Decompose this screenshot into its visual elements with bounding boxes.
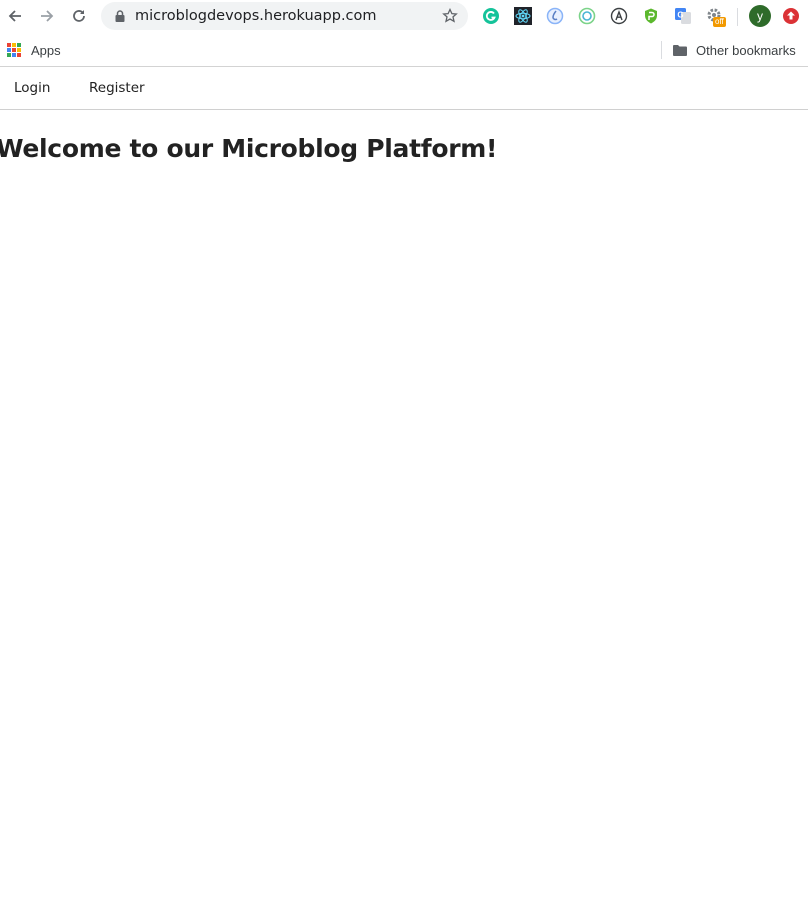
grammarly-extension[interactable] bbox=[482, 7, 500, 25]
apps-grid-icon bbox=[7, 43, 21, 57]
other-bookmarks-label: Other bookmarks bbox=[696, 42, 796, 58]
site-navbar: Login Register bbox=[0, 68, 808, 110]
arrow-right-icon bbox=[41, 10, 54, 22]
drop-icon bbox=[546, 7, 564, 25]
letter-a-icon bbox=[610, 7, 628, 25]
translate-extension[interactable]: G bbox=[674, 7, 692, 25]
folder-icon bbox=[673, 44, 687, 56]
register-link[interactable]: Register bbox=[89, 80, 145, 96]
extension-badge: off bbox=[713, 17, 726, 27]
react-icon bbox=[514, 7, 532, 25]
forward-button[interactable] bbox=[35, 4, 59, 28]
gear-extension[interactable]: off bbox=[706, 7, 726, 27]
bookmark-star-icon[interactable] bbox=[442, 8, 458, 24]
circle-extension[interactable] bbox=[578, 7, 596, 25]
back-button[interactable] bbox=[3, 4, 27, 28]
upload-arrow-icon bbox=[783, 8, 799, 24]
other-bookmarks[interactable]: Other bookmarks bbox=[673, 40, 796, 60]
profile-avatar[interactable]: y bbox=[749, 5, 771, 27]
reload-button[interactable] bbox=[67, 4, 91, 28]
apps-label: Apps bbox=[31, 42, 61, 58]
a-extension[interactable] bbox=[610, 7, 628, 25]
apps-shortcut[interactable]: Apps bbox=[7, 40, 61, 60]
reload-icon bbox=[73, 10, 85, 22]
address-bar[interactable]: microblogdevops.herokuapp.com bbox=[101, 2, 468, 30]
svg-text:G: G bbox=[677, 11, 683, 20]
shield-icon bbox=[645, 8, 657, 24]
circle-target-icon bbox=[578, 7, 596, 25]
translate-icon: G bbox=[675, 8, 691, 24]
react-devtools-extension[interactable] bbox=[514, 7, 532, 25]
toolbar-divider bbox=[737, 8, 738, 26]
upload-extension[interactable] bbox=[782, 7, 800, 25]
vpn-extension[interactable] bbox=[642, 7, 660, 25]
grammarly-icon bbox=[483, 8, 499, 24]
arrow-left-icon bbox=[8, 10, 21, 22]
browser-toolbar: microblogdevops.herokuapp.com G off y bbox=[0, 0, 808, 34]
bookmarks-bar: Apps Other bookmarks bbox=[0, 34, 808, 67]
bookmarks-divider bbox=[661, 41, 662, 59]
login-link[interactable]: Login bbox=[14, 80, 50, 96]
drop-extension[interactable] bbox=[546, 7, 564, 25]
page-title: Welcome to our Microblog Platform! bbox=[0, 134, 498, 163]
url-text: microblogdevops.herokuapp.com bbox=[135, 8, 377, 24]
lock-icon bbox=[115, 10, 125, 22]
